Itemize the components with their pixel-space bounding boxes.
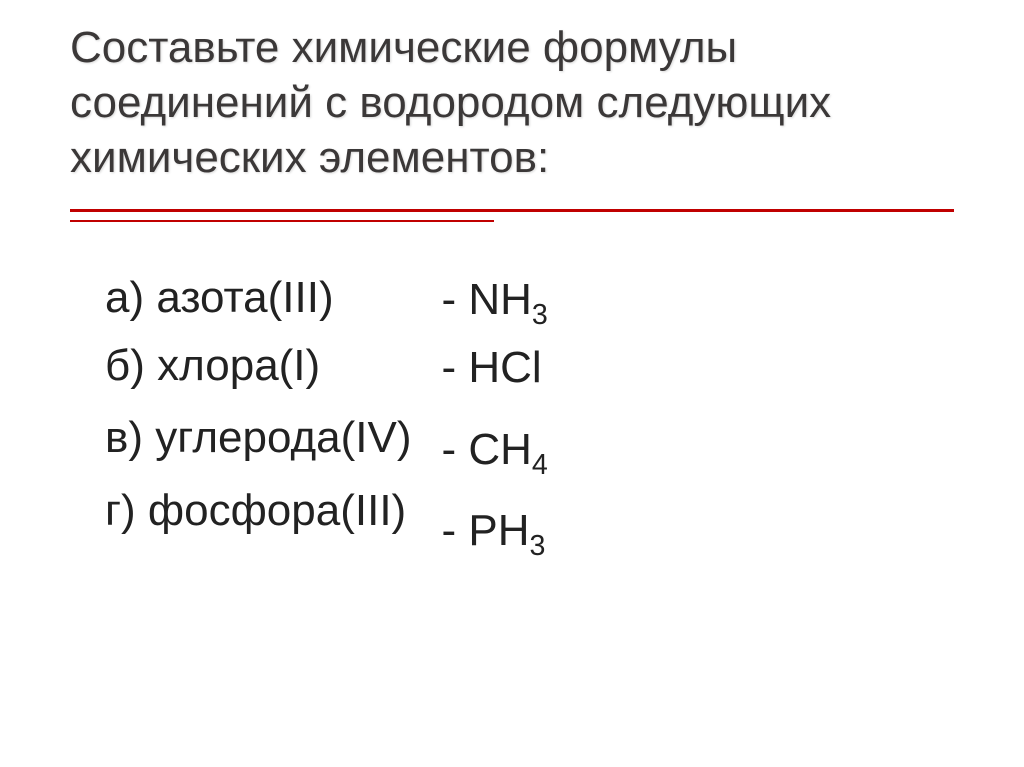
answer-g-formula: - PH xyxy=(441,506,529,555)
answer-g: - PH3 xyxy=(441,497,547,565)
element-b: б) хлора(I) xyxy=(105,332,411,400)
divider-sub xyxy=(70,220,494,222)
answer-b: - HCl xyxy=(441,334,547,402)
element-v: в) углерода(IV) xyxy=(105,404,411,472)
answer-a-formula: - NH xyxy=(441,275,531,324)
answers-column: - NH3 - HCl - CH4 - PH3 xyxy=(431,272,547,565)
answer-g-sub: 3 xyxy=(529,529,545,561)
answer-v-sub: 4 xyxy=(532,449,548,481)
elements-column: а) азота(III) б) хлора(I) в) углерода(IV… xyxy=(105,272,411,565)
answer-v-formula: - CH xyxy=(441,425,531,474)
slide-title: Составьте химические формулы соединений … xyxy=(70,20,954,185)
answer-a-sub: 3 xyxy=(532,299,548,331)
divider-main xyxy=(70,209,954,212)
answer-a: - NH3 xyxy=(441,266,547,334)
element-a: а) азота(III) xyxy=(105,264,411,332)
element-g: г) фосфора(III) xyxy=(105,477,411,545)
answer-b-formula: - HCl xyxy=(441,343,541,392)
content-area: а) азота(III) б) хлора(I) в) углерода(IV… xyxy=(70,272,954,565)
answer-v: - CH4 xyxy=(441,416,547,484)
